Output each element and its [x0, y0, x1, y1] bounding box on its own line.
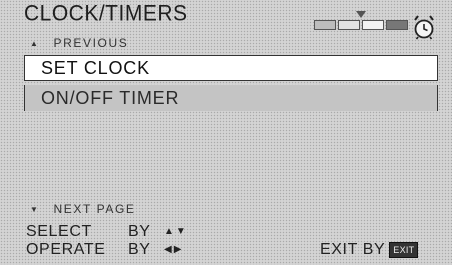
progress-marker-icon: [356, 11, 366, 18]
progress-segment: [362, 20, 384, 30]
exit-key-badge[interactable]: EXIT: [389, 242, 419, 258]
operate-label: OPERATE: [26, 241, 106, 258]
menu-item-set-clock[interactable]: SET CLOCK: [24, 55, 438, 81]
previous-page-link[interactable]: ▲ PREVIOUS: [30, 36, 128, 50]
alarm-clock-icon: [414, 15, 434, 40]
next-label: NEXT PAGE: [53, 202, 136, 216]
operate-by-label: BY: [128, 241, 151, 258]
progress-segment: [314, 20, 336, 30]
menu-item-label: ON/OFF TIMER: [41, 87, 180, 108]
menu-item-on-off-timer[interactable]: ON/OFF TIMER: [24, 85, 438, 111]
progress-indicator: [314, 20, 408, 30]
menu-item-label: SET CLOCK: [41, 57, 150, 78]
next-page-link[interactable]: ▼ NEXT PAGE: [30, 202, 136, 216]
progress-segment: [386, 20, 408, 30]
select-label: SELECT: [26, 223, 92, 240]
previous-label: PREVIOUS: [53, 36, 129, 50]
triangle-down-icon: ▼: [30, 205, 40, 214]
operate-instruction: OPERATE BY ◀▶: [26, 241, 181, 259]
select-by-label: BY: [128, 223, 151, 240]
exit-instruction: EXIT BY EXIT: [320, 241, 419, 259]
page-title: CLOCK/TIMERS: [24, 1, 188, 26]
progress-segment: [338, 20, 360, 30]
exit-label: EXIT BY: [320, 241, 386, 258]
left-right-arrows-icon: ◀▶: [164, 244, 184, 255]
up-down-arrows-icon: ▲▼: [164, 226, 188, 237]
select-instruction: SELECT BY ▲▼: [26, 223, 186, 241]
triangle-up-icon: ▲: [30, 39, 40, 48]
